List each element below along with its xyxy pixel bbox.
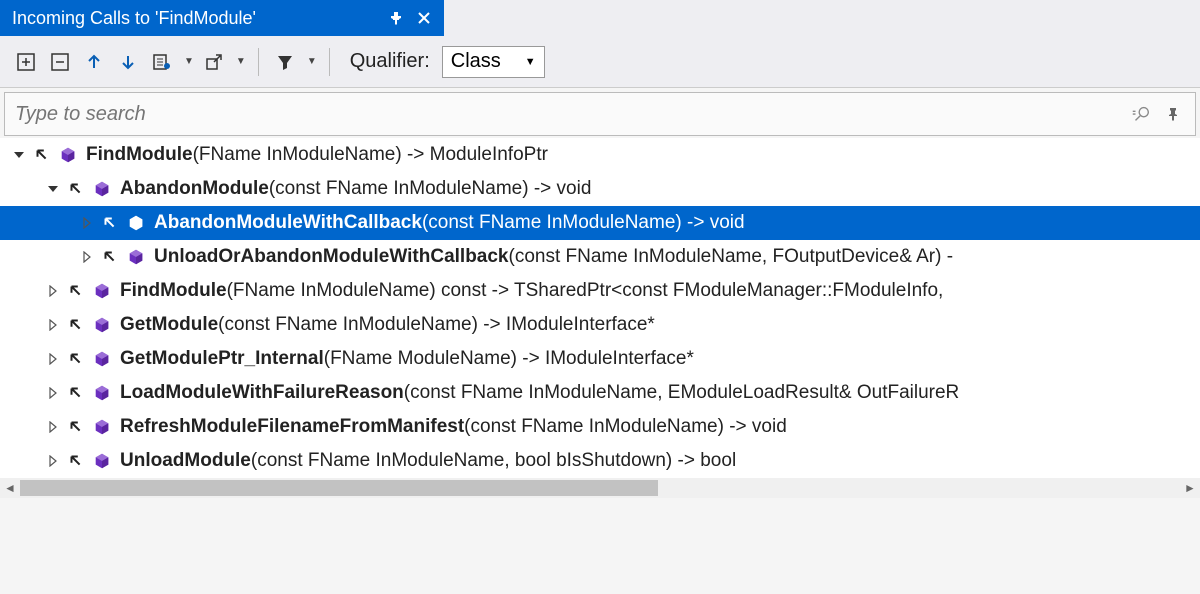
qualifier-value: Class — [451, 50, 501, 73]
function-name: FindModule — [86, 144, 193, 166]
scroll-left-icon[interactable]: ◄ — [0, 478, 20, 498]
search-bar — [4, 92, 1196, 136]
titlebar: Incoming Calls to 'FindModule' — [0, 0, 1200, 36]
pin-icon[interactable] — [388, 10, 404, 26]
expander-expanded-icon[interactable] — [44, 180, 62, 198]
incoming-call-icon — [66, 349, 86, 369]
incoming-call-icon — [66, 417, 86, 437]
qualifier-select[interactable]: Class ▼ — [442, 46, 545, 78]
navigate-down-button[interactable] — [114, 48, 142, 76]
tree-row[interactable]: FindModule(FName InModuleName) const -> … — [0, 274, 1200, 308]
method-icon — [92, 179, 112, 199]
function-name: LoadModuleWithFailureReason — [120, 382, 404, 404]
function-signature: (const FName InModuleName) -> void — [269, 178, 592, 200]
incoming-call-icon — [66, 451, 86, 471]
toolbar-separator — [329, 48, 330, 76]
tree-row[interactable]: FindModule(FName InModuleName) -> Module… — [0, 138, 1200, 172]
function-signature: (const FName InModuleName) -> void — [422, 212, 745, 234]
function-signature: (const FName InModuleName) -> void — [464, 416, 787, 438]
function-name: UnloadOrAbandonModuleWithCallback — [154, 246, 509, 268]
chevron-down-icon[interactable]: ▼ — [307, 56, 317, 67]
navigate-up-button[interactable] — [80, 48, 108, 76]
tree-row[interactable]: AbandonModuleWithCallback(const FName In… — [0, 206, 1200, 240]
tree-row[interactable]: AbandonModule(const FName InModuleName) … — [0, 172, 1200, 206]
scroll-track[interactable] — [20, 480, 1180, 496]
toolbar-separator — [258, 48, 259, 76]
method-icon — [126, 247, 146, 267]
expander-collapsed-icon[interactable] — [44, 316, 62, 334]
incoming-call-icon — [100, 247, 120, 267]
highlight-in-editor-button[interactable] — [148, 48, 176, 76]
method-icon — [126, 213, 146, 233]
chevron-down-icon[interactable]: ▼ — [236, 56, 246, 67]
search-input[interactable] — [15, 103, 1121, 126]
expander-collapsed-icon[interactable] — [44, 384, 62, 402]
horizontal-scrollbar[interactable]: ◄ ► — [0, 478, 1200, 498]
function-name: RefreshModuleFilenameFromManifest — [120, 416, 464, 438]
expander-expanded-icon[interactable] — [10, 146, 28, 164]
function-signature: (FName InModuleName) -> ModuleInfoPtr — [193, 144, 548, 166]
tree-row[interactable]: RefreshModuleFilenameFromManifest(const … — [0, 410, 1200, 444]
export-button[interactable] — [200, 48, 228, 76]
function-name: GetModulePtr_Internal — [120, 348, 324, 370]
filter-button[interactable] — [271, 48, 299, 76]
tree-row[interactable]: GetModulePtr_Internal(FName ModuleName) … — [0, 342, 1200, 376]
expander-collapsed-icon[interactable] — [78, 248, 96, 266]
tree-row[interactable]: UnloadModule(const FName InModuleName, b… — [0, 444, 1200, 478]
incoming-call-icon — [66, 281, 86, 301]
chevron-down-icon[interactable]: ▼ — [184, 56, 194, 67]
tree-row[interactable]: UnloadOrAbandonModuleWithCallback(const … — [0, 240, 1200, 274]
expand-all-button[interactable] — [12, 48, 40, 76]
function-name: FindModule — [120, 280, 227, 302]
expander-collapsed-icon[interactable] — [78, 214, 96, 232]
call-tree: FindModule(FName InModuleName) -> Module… — [0, 138, 1200, 478]
incoming-call-icon — [32, 145, 52, 165]
window-tab[interactable]: Incoming Calls to 'FindModule' — [0, 0, 444, 36]
function-signature: (const FName InModuleName, bool bIsShutd… — [251, 450, 736, 472]
method-icon — [92, 417, 112, 437]
scroll-thumb[interactable] — [20, 480, 658, 496]
incoming-call-icon — [66, 383, 86, 403]
window-title: Incoming Calls to 'FindModule' — [12, 8, 256, 29]
function-name: UnloadModule — [120, 450, 251, 472]
method-icon — [92, 281, 112, 301]
expander-collapsed-icon[interactable] — [44, 282, 62, 300]
search-icon[interactable] — [1129, 102, 1153, 126]
function-signature: (const FName InModuleName, EModuleLoadRe… — [404, 382, 959, 404]
qualifier-label: Qualifier: — [350, 50, 430, 73]
method-icon — [58, 145, 78, 165]
toolbar: ▼ ▼ ▼ Qualifier: Class ▼ — [0, 36, 1200, 88]
function-name: AbandonModuleWithCallback — [154, 212, 422, 234]
function-signature: (FName ModuleName) -> IModuleInterface* — [324, 348, 694, 370]
function-signature: (FName InModuleName) const -> TSharedPtr… — [227, 280, 944, 302]
collapse-all-button[interactable] — [46, 48, 74, 76]
method-icon — [92, 315, 112, 335]
expander-collapsed-icon[interactable] — [44, 350, 62, 368]
method-icon — [92, 383, 112, 403]
close-icon[interactable] — [416, 10, 432, 26]
pin-search-icon[interactable] — [1161, 102, 1185, 126]
incoming-call-icon — [66, 179, 86, 199]
incoming-call-icon — [100, 213, 120, 233]
chevron-down-icon: ▼ — [525, 56, 536, 68]
scroll-right-icon[interactable]: ► — [1180, 478, 1200, 498]
method-icon — [92, 451, 112, 471]
incoming-call-icon — [66, 315, 86, 335]
expander-collapsed-icon[interactable] — [44, 452, 62, 470]
tree-row[interactable]: LoadModuleWithFailureReason(const FName … — [0, 376, 1200, 410]
function-name: GetModule — [120, 314, 218, 336]
function-name: AbandonModule — [120, 178, 269, 200]
method-icon — [92, 349, 112, 369]
tree-row[interactable]: GetModule(const FName InModuleName) -> I… — [0, 308, 1200, 342]
function-signature: (const FName InModuleName, FOutputDevice… — [509, 246, 954, 268]
function-signature: (const FName InModuleName) -> IModuleInt… — [218, 314, 655, 336]
expander-collapsed-icon[interactable] — [44, 418, 62, 436]
